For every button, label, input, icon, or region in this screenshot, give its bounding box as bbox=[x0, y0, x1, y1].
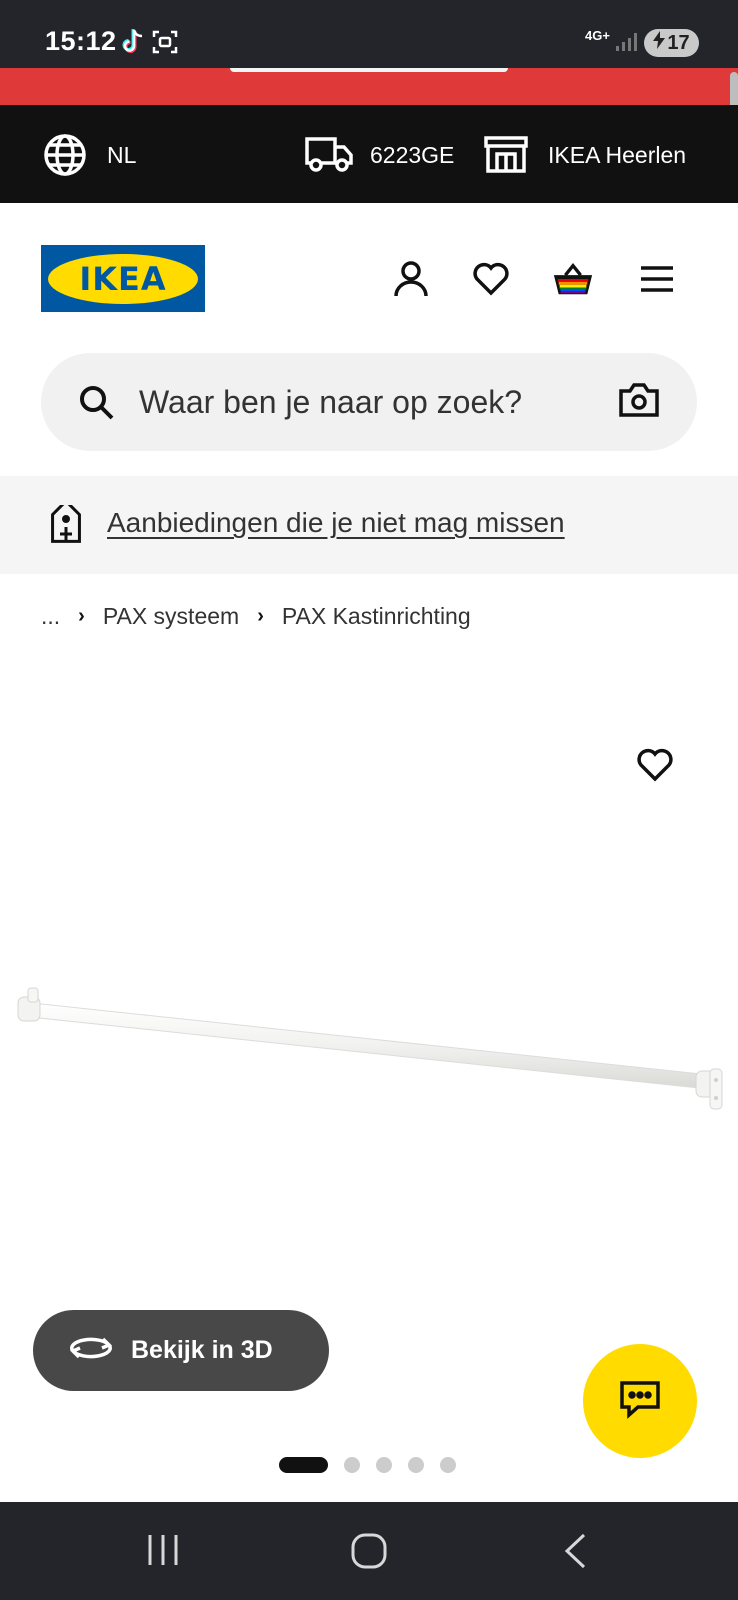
recent-apps-icon[interactable] bbox=[146, 1532, 180, 1573]
network-type: 4G+ bbox=[585, 28, 610, 43]
price-tag-icon bbox=[43, 499, 89, 556]
back-icon[interactable] bbox=[562, 1532, 588, 1575]
gallery-dot[interactable] bbox=[344, 1457, 360, 1473]
language-selector[interactable]: NL bbox=[107, 142, 136, 169]
screen: 15:12 4G+ 17 NL 6223GE IKEA Heerlen IKEA… bbox=[0, 0, 738, 1600]
offers-banner: Aanbiedingen die je niet mag missen bbox=[0, 476, 738, 574]
gallery-dot-active[interactable] bbox=[279, 1457, 328, 1473]
truck-icon[interactable] bbox=[305, 135, 353, 178]
camera-search-icon[interactable] bbox=[619, 383, 659, 422]
cart-icon[interactable] bbox=[552, 258, 594, 300]
search-input[interactable] bbox=[139, 375, 589, 429]
chevron-right-icon: › bbox=[257, 605, 264, 627]
breadcrumb-ellipsis[interactable]: ... bbox=[41, 603, 60, 630]
offers-link[interactable]: Aanbiedingen die je niet mag missen bbox=[107, 507, 565, 539]
system-navigation-bar bbox=[0, 1502, 738, 1600]
home-icon[interactable] bbox=[350, 1532, 388, 1575]
search-icon bbox=[79, 385, 115, 426]
banner-handle bbox=[230, 68, 508, 72]
product-image[interactable] bbox=[10, 985, 730, 1130]
search-bar[interactable] bbox=[41, 353, 697, 451]
favourites-icon[interactable] bbox=[470, 258, 512, 300]
chevron-right-icon: › bbox=[78, 605, 85, 627]
globe-icon[interactable] bbox=[43, 133, 87, 182]
rotate-3d-icon bbox=[69, 1333, 113, 1368]
battery-indicator: 17 bbox=[644, 29, 699, 57]
breadcrumb: ... › PAX systeem › PAX Kastinrichting bbox=[41, 603, 471, 630]
screenshot-icon bbox=[152, 29, 178, 60]
breadcrumb-item-pax-kastinrichting[interactable]: PAX Kastinrichting bbox=[282, 603, 471, 630]
gallery-dot[interactable] bbox=[408, 1457, 424, 1473]
menu-icon[interactable] bbox=[636, 258, 678, 300]
add-to-favourites-icon[interactable] bbox=[636, 748, 674, 787]
status-time: 15:12 bbox=[45, 26, 117, 56]
gallery-pagination bbox=[279, 1457, 456, 1473]
account-icon[interactable] bbox=[390, 258, 432, 300]
status-bar: 15:12 4G+ 17 bbox=[0, 0, 738, 68]
postcode-selector[interactable]: 6223GE bbox=[370, 142, 454, 169]
ikea-logo[interactable]: IKEA bbox=[41, 245, 205, 312]
logo-oval: IKEA bbox=[48, 253, 198, 304]
battery-level: 17 bbox=[667, 31, 690, 54]
breadcrumb-item-pax-systeem[interactable]: PAX systeem bbox=[103, 603, 239, 630]
location-bar: NL 6223GE IKEA Heerlen bbox=[0, 105, 738, 203]
chat-button[interactable] bbox=[583, 1344, 697, 1458]
gallery-dot[interactable] bbox=[440, 1457, 456, 1473]
top-banner bbox=[0, 68, 738, 105]
chat-icon bbox=[618, 1379, 662, 1424]
tiktok-icon bbox=[120, 28, 146, 61]
view-in-3d-button[interactable]: Bekijk in 3D bbox=[33, 1310, 329, 1391]
view-in-3d-label: Bekijk in 3D bbox=[131, 1336, 273, 1364]
signal-icon bbox=[615, 32, 637, 57]
logo-text: IKEA bbox=[79, 259, 167, 298]
charging-icon bbox=[653, 31, 666, 55]
store-selector[interactable]: IKEA Heerlen bbox=[548, 142, 686, 169]
gallery-dot[interactable] bbox=[376, 1457, 392, 1473]
store-icon[interactable] bbox=[484, 135, 528, 178]
